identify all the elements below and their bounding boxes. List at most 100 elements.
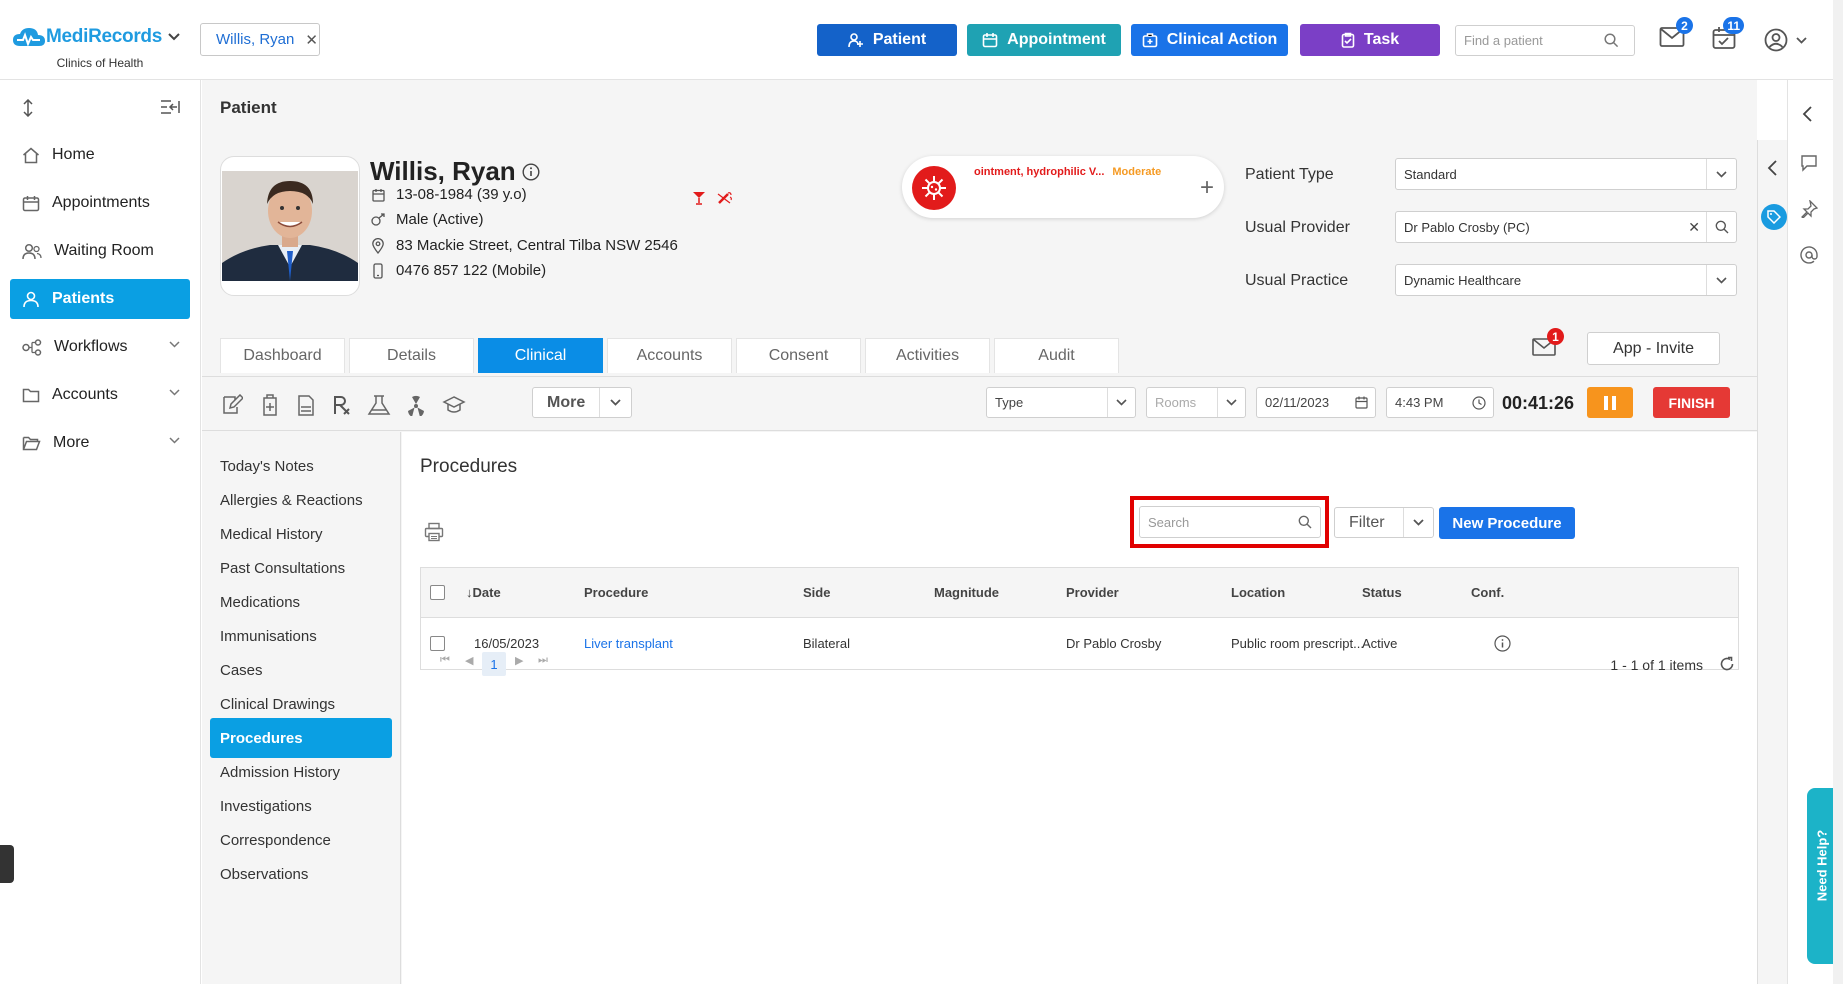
patient-dob-row: 13-08-1984 (39 y.o) xyxy=(370,186,527,203)
column-procedure[interactable]: Procedure xyxy=(584,568,648,617)
tab-clinical[interactable]: Clinical xyxy=(478,338,603,373)
mention-icon[interactable] xyxy=(1800,246,1818,264)
open-patient-chip[interactable]: Willis, Ryan ✕ xyxy=(200,23,320,56)
app-mail-button[interactable]: 1 xyxy=(1532,328,1564,356)
tab-audit[interactable]: Audit xyxy=(994,338,1119,373)
column-provider[interactable]: Provider xyxy=(1066,568,1119,617)
tab-dashboard[interactable]: Dashboard xyxy=(220,338,345,373)
sidebar-item-label: Accounts xyxy=(52,386,118,403)
current-page[interactable]: 1 xyxy=(482,652,506,676)
consult-date-field[interactable]: 02/11/2023 xyxy=(1256,387,1376,418)
pause-icon xyxy=(1604,395,1608,410)
new-appointment-button[interactable]: Appointment xyxy=(967,24,1121,56)
column-side[interactable]: Side xyxy=(803,568,830,617)
new-procedure-button[interactable]: New Procedure xyxy=(1439,507,1575,539)
procedure-search-input[interactable] xyxy=(1148,514,1298,530)
medical-certificate-icon[interactable] xyxy=(258,393,282,417)
close-icon[interactable]: ✕ xyxy=(305,31,318,49)
column-date[interactable]: ↓Date xyxy=(466,568,501,617)
column-location[interactable]: Location xyxy=(1231,568,1285,617)
patient-type-select[interactable]: Standard xyxy=(1395,158,1737,190)
search-icon[interactable] xyxy=(1715,220,1729,234)
search-icon[interactable] xyxy=(1604,33,1619,48)
clear-icon[interactable]: ✕ xyxy=(1688,219,1700,236)
column-magnitude[interactable]: Magnitude xyxy=(934,568,999,617)
notes-icon[interactable] xyxy=(220,393,244,417)
sidebar-item-workflows[interactable]: Workflows xyxy=(10,327,190,367)
next-page-icon[interactable]: ▶ xyxy=(515,654,523,667)
sidebar-item-waiting-room[interactable]: Waiting Room xyxy=(10,231,190,271)
tag-button[interactable] xyxy=(1761,204,1787,230)
alcohol-flag-icon[interactable] xyxy=(692,191,706,205)
side-drawer-toggle[interactable] xyxy=(0,845,14,883)
tab-consent[interactable]: Consent xyxy=(736,338,861,373)
chevron-down-icon xyxy=(1716,170,1727,178)
select-all-checkbox[interactable] xyxy=(430,585,445,600)
new-patient-label: Patient xyxy=(872,31,927,48)
row-checkbox[interactable] xyxy=(430,636,445,651)
tab-accounts[interactable]: Accounts xyxy=(607,338,732,373)
find-patient-search[interactable] xyxy=(1455,25,1635,56)
first-page-icon[interactable]: ⏮ xyxy=(440,654,450,667)
finish-button[interactable]: FINISH xyxy=(1653,387,1730,418)
collapse-sidebar-icon[interactable] xyxy=(160,100,180,114)
clinical-action-button[interactable]: Clinical Action xyxy=(1131,24,1288,56)
pathology-icon[interactable] xyxy=(367,393,391,417)
chat-icon[interactable] xyxy=(1800,154,1818,172)
prescription-icon[interactable] xyxy=(330,393,354,417)
sidebar-item-home[interactable]: Home xyxy=(10,135,190,175)
chevron-left-icon[interactable] xyxy=(1767,160,1777,176)
column-status[interactable]: Status xyxy=(1362,568,1402,617)
sidebar-item-appointments[interactable]: Appointments xyxy=(10,183,190,223)
clock-icon[interactable] xyxy=(1472,395,1486,410)
radiology-icon[interactable] xyxy=(404,393,428,417)
chevron-left-icon[interactable] xyxy=(1802,106,1812,122)
sidebar-item-patients[interactable]: Patients xyxy=(10,279,190,319)
tab-details[interactable]: Details xyxy=(349,338,474,373)
sidebar-item-label: Appointments xyxy=(52,194,150,211)
pin-icon[interactable] xyxy=(1800,200,1818,218)
tab-activities[interactable]: Activities xyxy=(865,338,990,373)
print-icon[interactable] xyxy=(424,522,444,542)
sidebar-item-accounts[interactable]: Accounts xyxy=(10,375,190,415)
find-patient-input[interactable] xyxy=(1464,33,1604,48)
consult-time-field[interactable]: 4:43 PM xyxy=(1386,387,1494,418)
need-help-tab[interactable]: Need Help? xyxy=(1807,788,1833,964)
info-icon[interactable] xyxy=(522,162,540,181)
type-select[interactable]: Type xyxy=(986,387,1136,418)
usual-practice-select[interactable]: Dynamic Healthcare xyxy=(1395,264,1737,296)
refresh-icon[interactable] xyxy=(1719,656,1735,672)
search-icon[interactable] xyxy=(1298,515,1312,529)
smoking-flag-icon[interactable] xyxy=(717,191,733,205)
messages-button[interactable]: 2 xyxy=(1659,17,1693,48)
usual-provider-field[interactable]: Dr Pablo Crosby (PC) ✕ xyxy=(1395,211,1737,243)
new-task-button[interactable]: Task xyxy=(1300,24,1440,56)
allergy-alert[interactable]: ointment, hydrophilic V... Moderate + xyxy=(902,156,1224,218)
expand-vertical-icon[interactable] xyxy=(22,99,34,117)
procedure-search[interactable] xyxy=(1139,506,1321,538)
chevron-down-icon[interactable] xyxy=(168,33,180,41)
new-patient-button[interactable]: Patient xyxy=(817,24,957,56)
tag-icon xyxy=(1767,210,1781,224)
document-icon[interactable] xyxy=(294,393,318,417)
column-conf[interactable]: Conf. xyxy=(1471,568,1504,617)
education-icon[interactable] xyxy=(442,393,466,417)
app-invite-button[interactable]: App - Invite xyxy=(1587,332,1720,365)
patient-address-row: 83 Mackie Street, Central Tilba NSW 2546 xyxy=(370,237,678,254)
add-alert-icon[interactable]: + xyxy=(1200,174,1214,202)
patient-gender-row: Male (Active) xyxy=(370,211,484,228)
app-logo[interactable]: MediRecords xyxy=(12,26,162,48)
page-scrollbar[interactable] xyxy=(1833,0,1843,984)
filter-dropdown[interactable]: Filter xyxy=(1334,507,1434,538)
subnav-observations[interactable]: Observations xyxy=(210,854,392,894)
rooms-select[interactable]: Rooms xyxy=(1146,387,1246,418)
more-dropdown[interactable]: More xyxy=(532,387,632,418)
tasks-button[interactable]: 11 xyxy=(1712,17,1744,50)
prev-page-icon[interactable]: ◀ xyxy=(465,654,473,667)
last-page-icon[interactable]: ⏭ xyxy=(538,654,548,667)
calendar-icon[interactable] xyxy=(1354,396,1368,409)
patient-photo[interactable] xyxy=(220,156,360,296)
pause-button[interactable] xyxy=(1587,387,1633,418)
user-menu[interactable] xyxy=(1764,28,1807,52)
sidebar-item-more[interactable]: More xyxy=(10,423,190,463)
